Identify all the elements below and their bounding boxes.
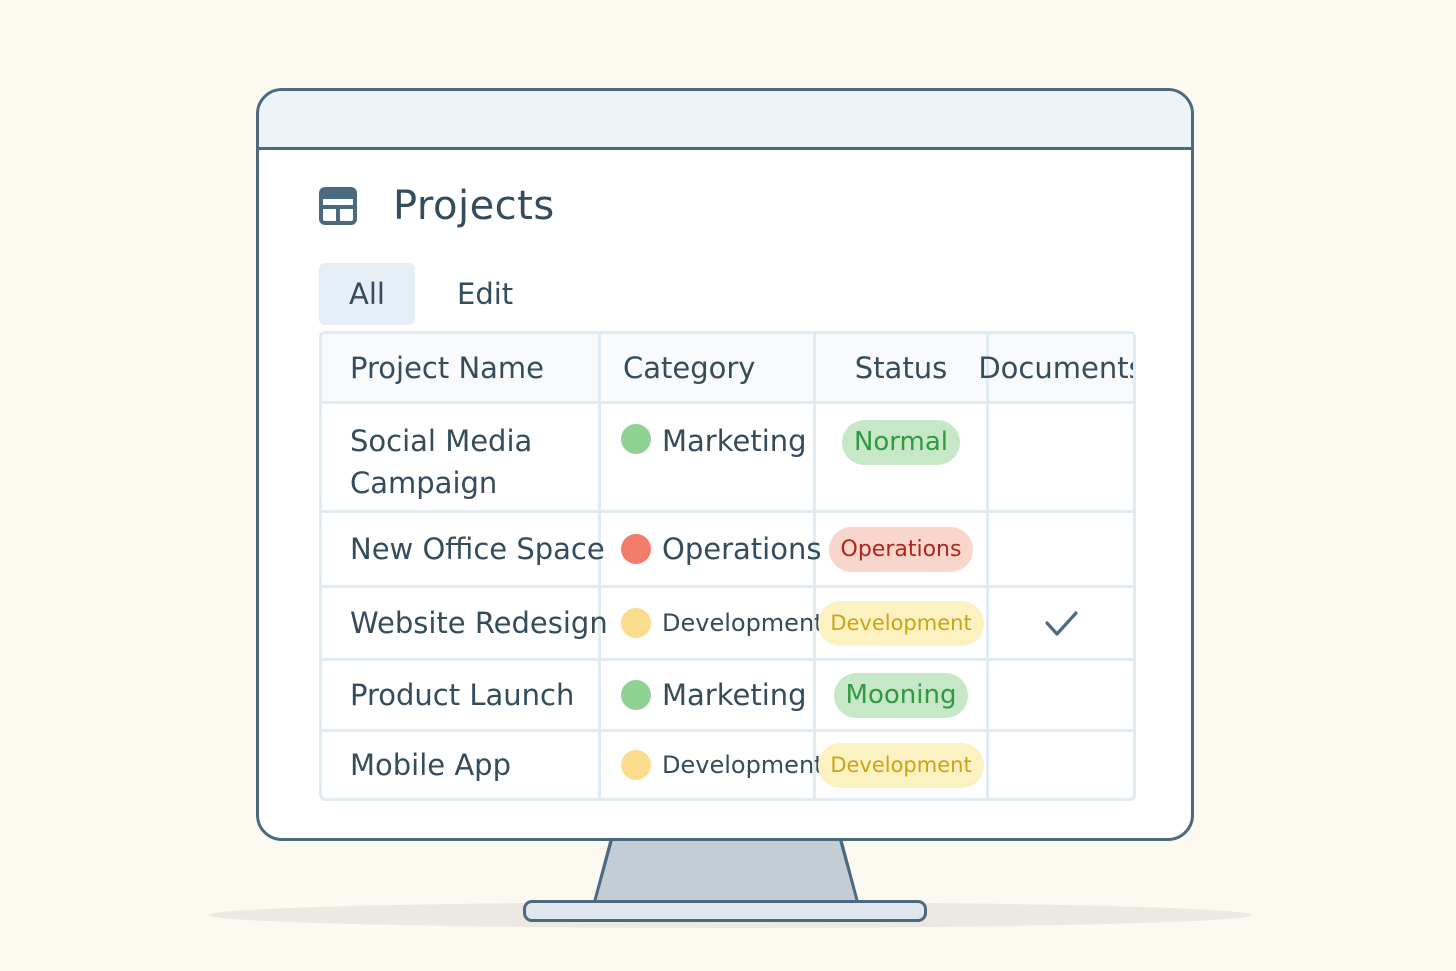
category-label: Marketing <box>662 424 807 458</box>
category-cell[interactable]: Development <box>601 588 824 661</box>
documents-cell[interactable] <box>989 732 1133 798</box>
category-color-dot <box>621 608 651 638</box>
status-badge: Normal <box>841 420 961 465</box>
documents-cell[interactable] <box>989 404 1133 513</box>
status-badge: Development <box>818 742 984 788</box>
documents-cell[interactable] <box>989 513 1133 588</box>
tab-edit[interactable]: Edit <box>457 263 513 325</box>
monitor-base <box>523 900 927 922</box>
column-header-project-name[interactable]: Project Name <box>322 334 601 404</box>
category-cell[interactable]: Marketing <box>601 661 816 732</box>
column-header-documents[interactable]: Documents <box>978 334 1133 404</box>
category-label: Development <box>662 609 824 637</box>
page-title: Projects <box>393 183 555 229</box>
projects-table: Project Name Category Status Documents S… <box>319 331 1136 801</box>
project-name-cell[interactable]: Mobile App <box>322 732 601 798</box>
column-header-category[interactable]: Category <box>601 334 816 404</box>
status-cell[interactable]: Normal <box>816 404 989 513</box>
tab-all[interactable]: All <box>319 263 415 325</box>
category-color-dot <box>621 424 651 454</box>
monitor-stand <box>596 840 856 902</box>
status-badge: Operations <box>828 526 974 572</box>
status-badge: Development <box>818 600 984 646</box>
status-cell[interactable]: Mooning <box>816 661 989 732</box>
project-name-cell[interactable]: Social Media Campaign <box>322 404 601 513</box>
documents-cell[interactable] <box>989 661 1133 732</box>
project-name-cell[interactable]: New Office Space <box>322 513 605 588</box>
status-cell[interactable]: Operations <box>816 513 989 588</box>
status-cell[interactable]: Development <box>816 588 989 661</box>
column-header-status[interactable]: Status <box>816 334 989 404</box>
category-label: Operations <box>662 532 822 566</box>
project-name-cell[interactable]: Website Redesign <box>322 588 608 661</box>
view-tabs: All Edit <box>319 263 513 325</box>
status-badge: Mooning <box>833 672 969 718</box>
category-cell[interactable]: Marketing <box>601 404 816 513</box>
monitor-screen: Projects All Edit Project Name Category … <box>256 88 1194 841</box>
window-title-bar <box>259 91 1191 150</box>
status-cell[interactable]: Development <box>816 732 989 798</box>
category-label: Marketing <box>662 678 807 712</box>
project-name-cell[interactable]: Product Launch <box>322 661 601 732</box>
table-layout-icon <box>319 187 357 225</box>
check-icon <box>1045 611 1078 636</box>
category-cell[interactable]: Operations <box>601 513 821 588</box>
category-color-dot <box>621 534 651 564</box>
category-color-dot <box>621 680 651 710</box>
category-label: Development <box>662 751 824 779</box>
category-cell[interactable]: Development <box>601 732 824 798</box>
category-color-dot <box>621 750 651 780</box>
page-header: Projects <box>319 183 555 229</box>
documents-cell[interactable] <box>989 588 1133 661</box>
